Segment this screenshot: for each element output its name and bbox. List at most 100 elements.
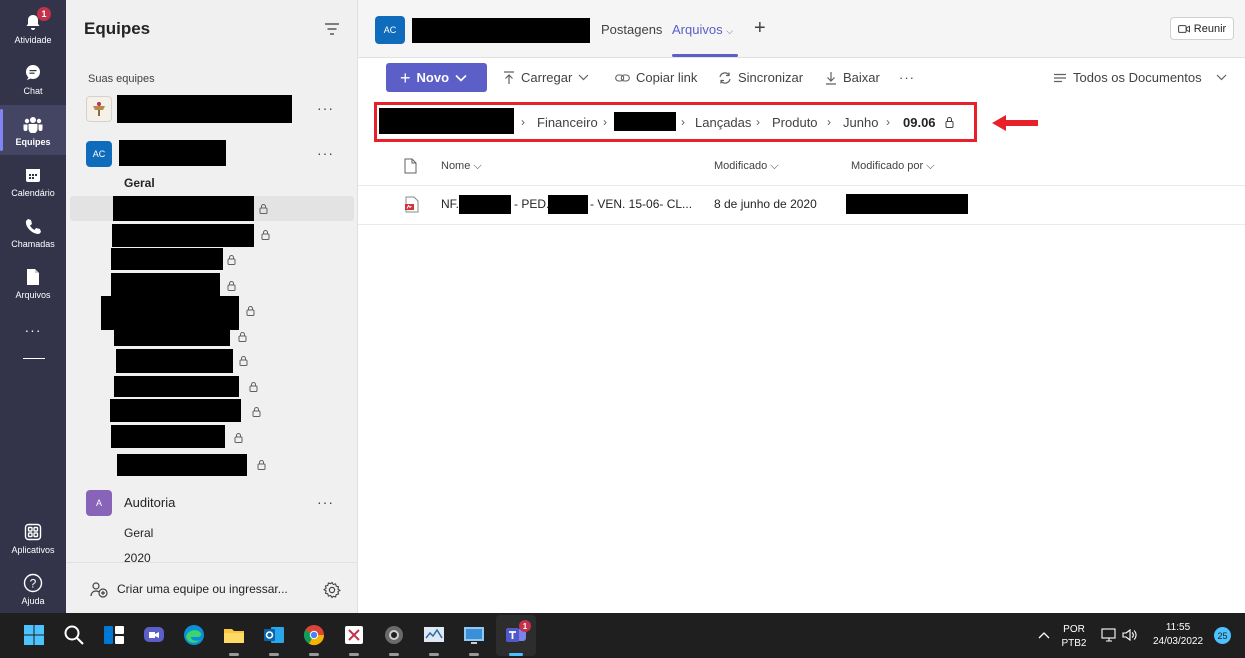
- redacted-modified-by: [846, 194, 968, 214]
- lock-icon: [252, 407, 261, 417]
- breadcrumb-item[interactable]: Junho: [843, 115, 878, 130]
- breadcrumb-chevron-icon: ›: [756, 115, 760, 129]
- redacted-channel-name: [111, 248, 223, 270]
- running-indicator: [429, 653, 439, 656]
- rail-label: Equipes: [15, 137, 51, 147]
- main-content: AC Postagens Arquivos ⌵ + Reunir + Novo …: [358, 0, 1245, 613]
- teams-badge: 1: [519, 620, 531, 632]
- gear-icon[interactable]: [323, 581, 341, 599]
- tab-files[interactable]: Arquivos ⌵: [672, 22, 733, 37]
- list-icon: [1054, 73, 1066, 82]
- sync-button[interactable]: Sincronizar: [718, 70, 803, 85]
- snipping-tool-icon[interactable]: [342, 623, 366, 647]
- chrome-icon[interactable]: [302, 623, 326, 647]
- team-row[interactable]: ···: [86, 94, 346, 124]
- team-more-icon[interactable]: ···: [317, 494, 334, 510]
- volume-icon[interactable]: [1122, 628, 1138, 642]
- column-header-modified-by[interactable]: Modificado por ⌵: [851, 160, 935, 173]
- rail-item-teams[interactable]: Equipes: [0, 105, 66, 155]
- rail-more-icon[interactable]: ···: [0, 322, 66, 338]
- red-arrow-icon: [992, 115, 1038, 131]
- keyboard-layout: PTB2: [1061, 638, 1087, 649]
- rail-item-apps[interactable]: Aplicativos: [0, 513, 66, 563]
- team-row[interactable]: AC ···: [86, 139, 346, 169]
- channel-row[interactable]: [70, 247, 354, 272]
- chevron-down-icon: ⌵: [926, 160, 935, 172]
- column-header-modified[interactable]: Modificado ⌵: [714, 160, 779, 173]
- redacted-team-name: [117, 95, 292, 123]
- row-divider: [358, 224, 1245, 225]
- channel-row[interactable]: [70, 348, 354, 373]
- help-icon: ?: [21, 572, 45, 594]
- rail-item-activity[interactable]: 1 Atividade: [0, 3, 66, 53]
- edge-browser-icon[interactable]: [182, 623, 206, 647]
- notification-badge[interactable]: 25: [1214, 627, 1231, 644]
- activity-badge: 1: [37, 7, 51, 21]
- add-tab-button[interactable]: +: [754, 17, 766, 40]
- active-indicator: [509, 653, 523, 656]
- redacted-channel-title: [412, 18, 590, 43]
- create-team-icon: [90, 582, 108, 598]
- copy-link-button[interactable]: Copiar link: [615, 70, 697, 85]
- team-more-icon[interactable]: ···: [317, 145, 334, 161]
- channel-row[interactable]: [70, 424, 354, 449]
- breadcrumb-item[interactable]: Produto: [772, 115, 818, 130]
- toolbar-more-icon[interactable]: ···: [899, 70, 915, 85]
- chevron-up-icon[interactable]: [1038, 631, 1050, 639]
- rail-item-help[interactable]: ? Ajuda: [0, 564, 66, 614]
- channel-row-selected[interactable]: [70, 196, 354, 221]
- redacted-channel-name: [111, 273, 220, 296]
- rail-item-calendar[interactable]: Calendário: [0, 156, 66, 206]
- monitor-app-icon[interactable]: [422, 623, 446, 647]
- phone-icon: [21, 215, 45, 237]
- channel-general[interactable]: Geral: [124, 176, 155, 190]
- windows-start-icon[interactable]: [22, 623, 46, 647]
- settings-app-icon[interactable]: [382, 623, 406, 647]
- language-indicator[interactable]: POR PTB2: [1060, 624, 1088, 649]
- clock[interactable]: 11:55 24/03/2022: [1148, 622, 1208, 647]
- task-view-icon[interactable]: [102, 623, 126, 647]
- channel-row[interactable]: [70, 398, 354, 423]
- channel-row[interactable]: [70, 222, 354, 247]
- rail-item-files[interactable]: Arquivos: [0, 258, 66, 308]
- running-indicator: [389, 653, 399, 656]
- channel-row[interactable]: [70, 272, 354, 297]
- rail-item-chat[interactable]: Chat: [0, 54, 66, 104]
- file-name-part[interactable]: NF.: [441, 197, 459, 211]
- lock-icon: [261, 230, 270, 240]
- search-icon[interactable]: [62, 623, 86, 647]
- rail-item-calls[interactable]: Chamadas: [0, 207, 66, 257]
- chevron-down-icon: ⌵: [770, 160, 779, 172]
- column-header-name[interactable]: Nome ⌵: [441, 160, 482, 173]
- channel-row[interactable]: [70, 375, 354, 400]
- channel-row[interactable]: [70, 296, 354, 330]
- chat-app-icon[interactable]: [142, 623, 166, 647]
- filter-icon[interactable]: [324, 22, 340, 36]
- tab-posts[interactable]: Postagens: [601, 22, 662, 37]
- channel-general[interactable]: Geral: [124, 526, 153, 540]
- create-team-link[interactable]: Criar uma equipe ou ingressar...: [117, 582, 288, 596]
- svg-text:?: ?: [30, 577, 37, 591]
- breadcrumb-item[interactable]: Financeiro: [537, 115, 598, 130]
- view-selector[interactable]: Todos os Documentos: [1053, 70, 1227, 85]
- team-row[interactable]: A Auditoria ···: [86, 488, 346, 518]
- remote-desktop-icon[interactable]: [462, 623, 486, 647]
- breadcrumb-item[interactable]: Lançadas: [695, 115, 751, 130]
- file-name-part[interactable]: - VEN. 15-06- CL...: [590, 197, 692, 211]
- redacted-team-name: [119, 140, 226, 166]
- copy-link-label: Copiar link: [636, 70, 698, 85]
- active-tab-indicator: [672, 54, 738, 57]
- meet-button[interactable]: Reunir: [1170, 17, 1234, 40]
- channel-row[interactable]: [70, 453, 354, 478]
- file-name-part[interactable]: - PED.: [514, 197, 549, 211]
- upload-button[interactable]: Carregar: [503, 70, 589, 85]
- outlook-icon[interactable]: [262, 623, 286, 647]
- file-type-icon: [404, 158, 417, 174]
- network-icon[interactable]: [1101, 628, 1117, 642]
- download-button[interactable]: Baixar: [825, 70, 880, 85]
- team-more-icon[interactable]: ···: [317, 100, 334, 116]
- teams-taskbar-button[interactable]: 1: [496, 615, 536, 656]
- rail-label: Calendário: [11, 188, 55, 198]
- file-explorer-icon[interactable]: [222, 623, 246, 647]
- new-button[interactable]: + Novo: [386, 63, 487, 92]
